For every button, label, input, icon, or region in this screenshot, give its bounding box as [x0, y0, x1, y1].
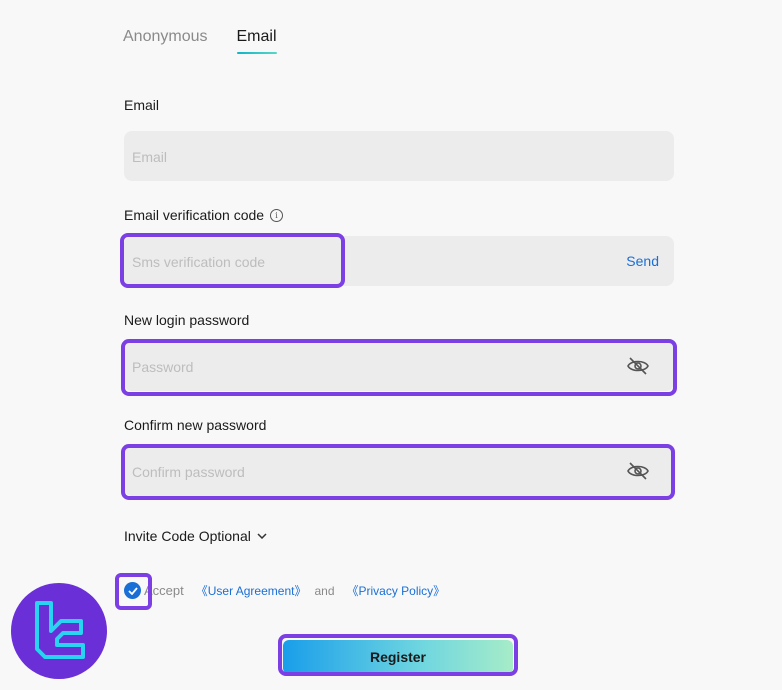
tab-bar: Anonymous Email	[123, 28, 277, 54]
check-icon	[127, 586, 138, 595]
new-password-label: New login password	[124, 312, 249, 328]
tab-anonymous[interactable]: Anonymous	[123, 28, 208, 54]
verification-label-text: Email verification code	[124, 207, 265, 223]
email-input[interactable]	[130, 131, 604, 183]
user-agreement-link[interactable]: 《User Agreement》	[196, 582, 307, 599]
eye-off-icon[interactable]	[626, 356, 650, 376]
brand-logo	[11, 583, 107, 679]
and-label: and	[314, 583, 335, 598]
active-tab-underline	[236, 52, 277, 54]
register-button-label: Register	[369, 649, 427, 665]
confirm-password-label-text: Confirm new password	[124, 417, 267, 433]
tab-anonymous-label: Anonymous	[123, 28, 208, 45]
agreement-checkbox[interactable]	[124, 582, 141, 599]
email-label: Email	[124, 97, 159, 113]
new-password-field-container	[124, 341, 674, 393]
info-icon[interactable]: i	[270, 208, 284, 222]
email-label-text: Email	[124, 97, 160, 113]
register-button[interactable]: Register	[283, 640, 513, 674]
agreement-row: Accept 《User Agreement》 and 《Privacy Pol…	[124, 582, 445, 599]
tab-email[interactable]: Email	[236, 28, 277, 54]
verification-field-container: Send	[124, 236, 674, 288]
invite-code-toggle[interactable]: Invite Code Optional	[124, 528, 267, 544]
verification-label: Email verification code i	[124, 207, 284, 223]
confirm-password-label: Confirm new password	[124, 417, 266, 433]
accept-label: Accept	[144, 583, 184, 598]
logo-mark-icon	[35, 601, 85, 659]
tab-email-label: Email	[236, 28, 277, 45]
verification-code-input[interactable]	[130, 236, 334, 288]
send-code-button[interactable]: Send	[626, 236, 659, 286]
new-password-label-text: New login password	[124, 312, 250, 328]
confirm-password-field-container	[124, 446, 674, 498]
email-field-container	[124, 131, 674, 183]
invite-code-label: Invite Code Optional	[124, 528, 251, 544]
eye-off-icon[interactable]	[626, 461, 650, 481]
new-password-input[interactable]	[130, 341, 604, 393]
confirm-password-input[interactable]	[130, 446, 604, 498]
privacy-policy-link[interactable]: 《Privacy Policy》	[347, 582, 446, 599]
chevron-down-icon	[257, 533, 267, 539]
